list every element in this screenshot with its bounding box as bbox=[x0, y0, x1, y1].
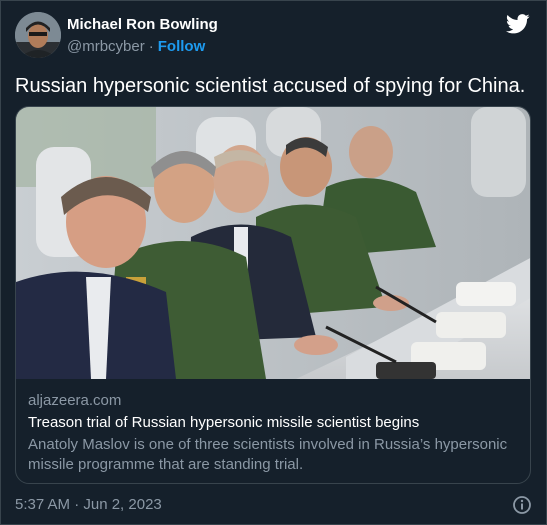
handle-row: @mrbcyber · Follow bbox=[67, 37, 218, 57]
link-description: Anatoly Maslov is one of three scientist… bbox=[28, 436, 508, 473]
link-domain: aljazeera.com bbox=[28, 392, 122, 409]
author-handle[interactable]: @mrbcyber bbox=[67, 38, 145, 55]
tweet-text: Russian hypersonic scientist accused of … bbox=[15, 75, 526, 97]
twitter-bird-icon[interactable] bbox=[506, 13, 530, 35]
info-icon[interactable] bbox=[512, 495, 532, 515]
author-block: Michael Ron Bowling @mrbcyber · Follow bbox=[67, 15, 218, 57]
tweet-header: Michael Ron Bowling @mrbcyber · Follow bbox=[15, 12, 532, 60]
tweet-embed-card: Michael Ron Bowling @mrbcyber · Follow Rus… bbox=[0, 0, 547, 525]
link-preview-card[interactable]: aljazeera.com Treason trial of Russian h… bbox=[15, 106, 531, 484]
tweet-timestamp[interactable]: 5:37 AM · Jun 2, 2023 bbox=[15, 495, 162, 515]
link-meta: aljazeera.com Treason trial of Russian h… bbox=[28, 391, 518, 475]
separator-dot: · bbox=[148, 38, 154, 55]
link-title[interactable]: Treason trial of Russian hypersonic miss… bbox=[28, 413, 518, 433]
avatar[interactable] bbox=[15, 12, 61, 58]
article-photo bbox=[16, 107, 530, 379]
follow-button[interactable]: Follow bbox=[158, 38, 206, 55]
author-display-name[interactable]: Michael Ron Bowling bbox=[67, 15, 218, 35]
